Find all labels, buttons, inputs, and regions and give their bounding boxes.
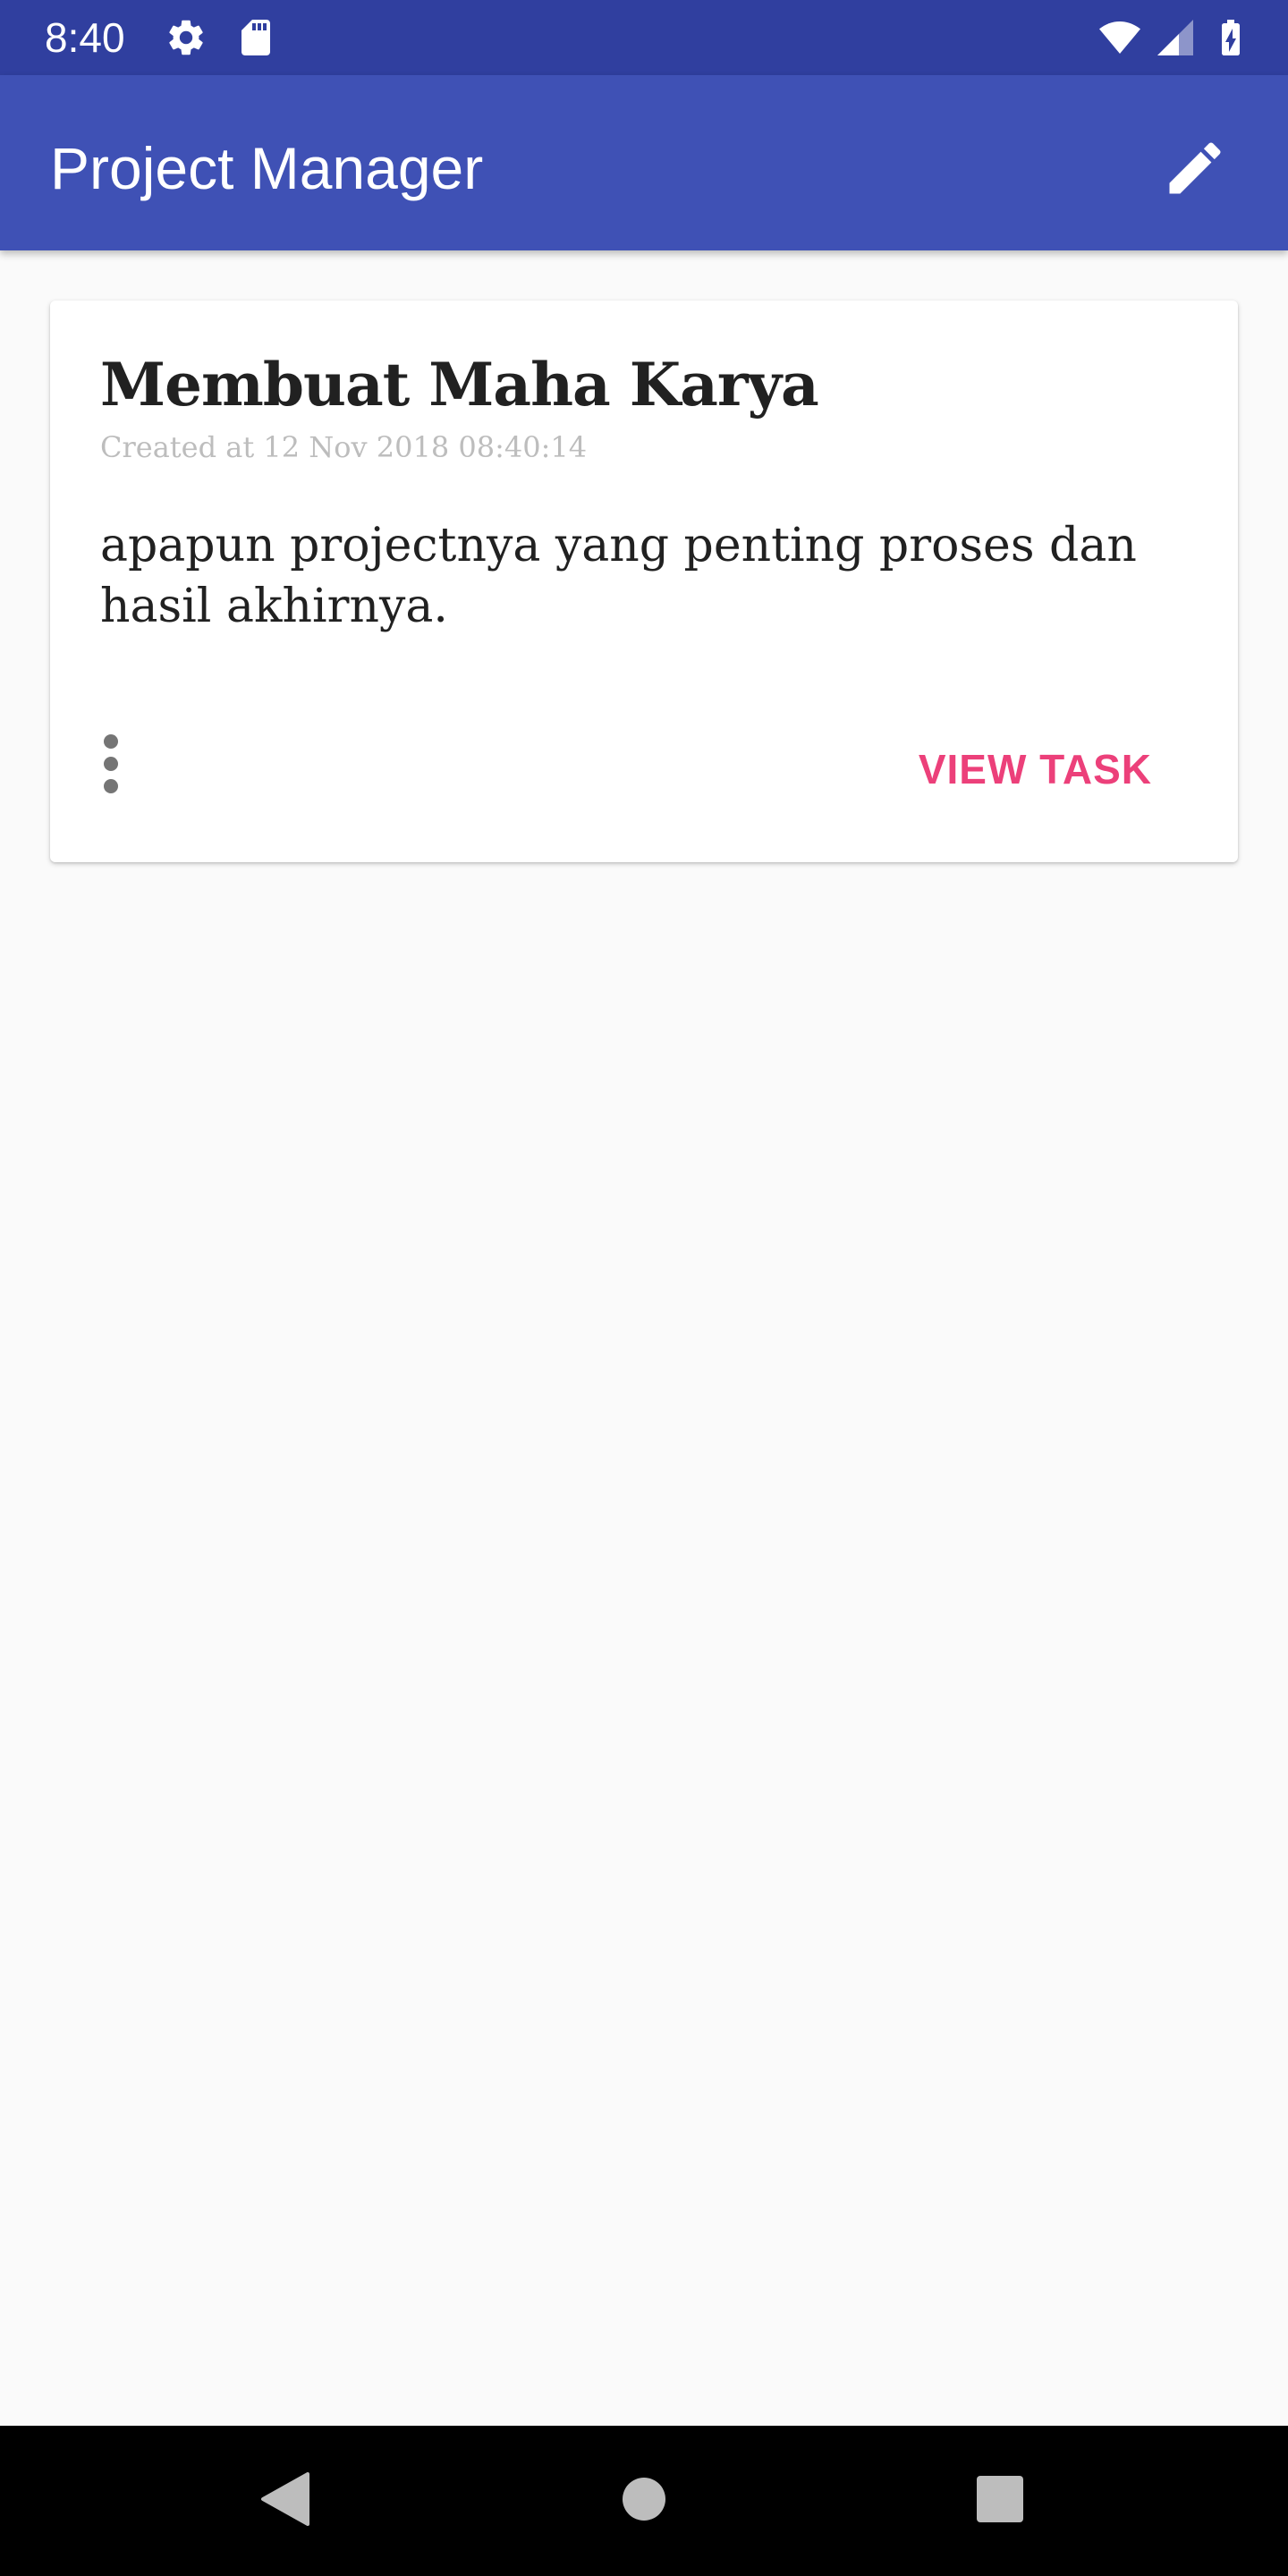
signal-icon	[1154, 16, 1197, 59]
status-time: 8:40	[45, 14, 125, 61]
gear-icon	[165, 16, 208, 59]
app-title: Project Manager	[50, 135, 484, 201]
home-button[interactable]	[599, 2456, 689, 2546]
recents-icon	[976, 2475, 1024, 2528]
more-vert-icon	[102, 733, 120, 800]
more-options-button[interactable]	[84, 723, 138, 809]
back-icon	[258, 2470, 311, 2532]
wifi-icon	[1098, 16, 1141, 59]
project-description: apapun projectnya yang penting proses da…	[100, 519, 1137, 633]
created-timestamp: Created at 12 Nov 2018 08:40:14	[100, 430, 588, 464]
back-button[interactable]	[240, 2456, 329, 2546]
project-card[interactable]: Membuat Maha Karya Created at 12 Nov 201…	[50, 301, 1238, 862]
view-task-button[interactable]: VIEW TASK	[883, 726, 1188, 812]
sd-card-icon	[234, 16, 277, 59]
home-icon	[621, 2476, 667, 2527]
project-title: Membuat Maha Karya	[100, 350, 819, 419]
navigation-bar	[0, 2426, 1288, 2576]
status-bar: 8:40	[0, 0, 1288, 75]
app-bar: Project Manager	[0, 75, 1288, 250]
edit-button[interactable]	[1152, 127, 1238, 213]
edit-icon	[1161, 134, 1229, 207]
recents-button[interactable]	[955, 2456, 1045, 2546]
battery-charging-icon	[1209, 16, 1252, 59]
